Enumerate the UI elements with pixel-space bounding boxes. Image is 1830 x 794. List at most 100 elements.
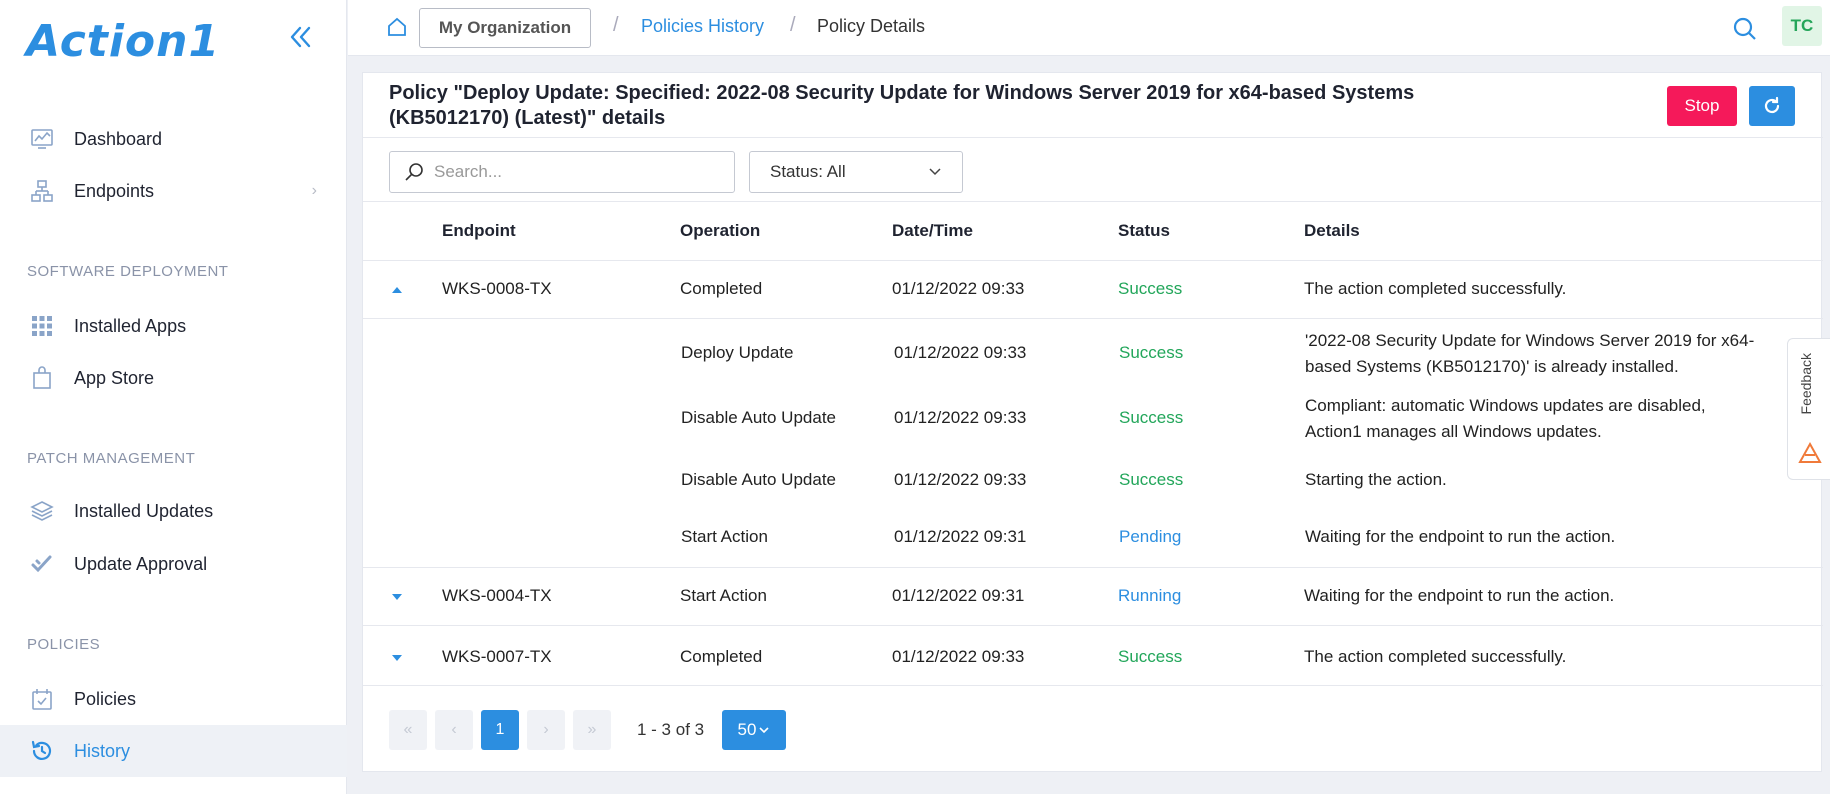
sidebar-item-label: Update Approval bbox=[74, 553, 208, 574]
history-icon bbox=[28, 737, 56, 765]
chevron-down-icon bbox=[759, 727, 770, 734]
subrow-operation: Disable Auto Update bbox=[681, 408, 836, 427]
sidebar-item-update-approval[interactable]: Update Approval bbox=[0, 538, 347, 590]
search-icon[interactable] bbox=[1732, 16, 1758, 42]
next-page-button[interactable]: › bbox=[527, 710, 565, 750]
status-filter-label: Status: All bbox=[770, 162, 846, 181]
subrow-status: Success bbox=[1119, 470, 1184, 489]
app-logo[interactable]: Action1 bbox=[26, 16, 220, 67]
breadcrumb-separator: / bbox=[790, 14, 796, 36]
subrow-operation: Deploy Update bbox=[681, 343, 794, 362]
divider bbox=[363, 260, 1823, 261]
section-policies: POLICIES bbox=[27, 636, 101, 653]
sidebar-item-history[interactable]: History bbox=[0, 725, 347, 777]
row-endpoint[interactable]: WKS-0008-TX bbox=[442, 279, 552, 299]
sidebar-item-app-store[interactable]: App Store bbox=[0, 352, 347, 404]
last-page-button[interactable]: » bbox=[573, 710, 611, 750]
divider bbox=[363, 567, 1823, 568]
per-page-selector[interactable]: 50 bbox=[722, 710, 786, 750]
subrow-details: '2022-08 Security Update for Windows Ser… bbox=[1305, 331, 1755, 376]
feedback-tab[interactable]: Feedback bbox=[1787, 338, 1830, 480]
row-endpoint[interactable]: WKS-0004-TX bbox=[442, 586, 552, 606]
subrow-details: Compliant: automatic Windows updates are… bbox=[1305, 396, 1706, 441]
section-patch-management: PATCH MANAGEMENT bbox=[27, 450, 196, 467]
home-icon[interactable] bbox=[386, 16, 408, 38]
feedback-icon bbox=[1798, 441, 1822, 463]
user-avatar[interactable]: TC bbox=[1782, 6, 1822, 46]
search-input[interactable] bbox=[434, 162, 714, 182]
sidebar-item-endpoints[interactable]: Endpoints › bbox=[0, 165, 347, 217]
column-header-datetime[interactable]: Date/Time bbox=[892, 221, 973, 241]
row-operation: Start Action bbox=[680, 586, 767, 605]
first-page-button[interactable]: « bbox=[389, 710, 427, 750]
subrow-datetime: 01/12/2022 09:33 bbox=[894, 343, 1027, 362]
row-endpoint[interactable]: WKS-0007-TX bbox=[442, 647, 552, 667]
shopping-bag-icon bbox=[28, 364, 56, 392]
sidebar-item-dashboard[interactable]: Dashboard bbox=[0, 113, 347, 165]
row-details: Waiting for the endpoint to run the acti… bbox=[1304, 586, 1615, 605]
subrow-details: Starting the action. bbox=[1305, 470, 1447, 489]
sidebar-item-label: Installed Updates bbox=[74, 500, 214, 521]
subrow-details: Waiting for the endpoint to run the acti… bbox=[1305, 527, 1616, 546]
row-status: Success bbox=[1118, 279, 1183, 298]
subrow-status: Success bbox=[1119, 343, 1184, 362]
organization-selector[interactable]: My Organization bbox=[419, 8, 591, 48]
row-datetime: 01/12/2022 09:33 bbox=[892, 647, 1025, 666]
row-operation: Completed bbox=[680, 647, 763, 666]
column-header-details[interactable]: Details bbox=[1304, 221, 1360, 241]
sidebar-item-policies[interactable]: Policies bbox=[0, 673, 347, 725]
top-bar: My Organization / Policies History / Pol… bbox=[348, 0, 1830, 56]
section-software-deployment: SOFTWARE DEPLOYMENT bbox=[27, 263, 229, 280]
breadcrumb-separator: / bbox=[613, 14, 619, 36]
prev-page-button[interactable]: ‹ bbox=[435, 710, 473, 750]
divider bbox=[363, 685, 1823, 686]
page-number-button[interactable]: 1 bbox=[481, 710, 519, 750]
row-datetime: 01/12/2022 09:31 bbox=[892, 586, 1025, 605]
subrow-operation: Start Action bbox=[681, 527, 768, 546]
expand-row-icon[interactable] bbox=[391, 592, 403, 602]
row-details: The action completed successfully. bbox=[1304, 279, 1567, 298]
stop-button[interactable]: Stop bbox=[1667, 86, 1737, 126]
status-filter-dropdown[interactable]: Status: All bbox=[749, 151, 963, 193]
breadcrumb-current: Policy Details bbox=[817, 16, 926, 36]
divider bbox=[363, 137, 1823, 138]
subrow-datetime: 01/12/2022 09:33 bbox=[894, 470, 1027, 489]
sidebar-item-installed-updates[interactable]: Installed Updates bbox=[0, 485, 347, 537]
double-check-icon bbox=[28, 550, 56, 578]
policy-details-card: Policy "Deploy Update: Specified: 2022-0… bbox=[362, 72, 1823, 772]
layers-icon bbox=[28, 497, 56, 525]
column-header-status[interactable]: Status bbox=[1118, 221, 1170, 241]
collapse-sidebar-icon[interactable] bbox=[286, 22, 316, 52]
column-header-operation[interactable]: Operation bbox=[680, 221, 760, 241]
expand-row-icon[interactable] bbox=[391, 653, 403, 663]
sidebar-item-label: Policies bbox=[74, 688, 137, 709]
sidebar-item-label: App Store bbox=[74, 367, 155, 388]
row-details: The action completed successfully. bbox=[1304, 647, 1567, 666]
pagination-range: 1 - 3 of 3 bbox=[637, 720, 705, 739]
search-field[interactable] bbox=[389, 151, 735, 193]
search-icon bbox=[405, 163, 423, 181]
refresh-button[interactable] bbox=[1749, 86, 1795, 126]
breadcrumb-policies-history[interactable]: Policies History bbox=[641, 16, 764, 37]
subrow-operation: Disable Auto Update bbox=[681, 470, 836, 489]
sidebar-item-label: History bbox=[74, 740, 131, 761]
row-status: Running bbox=[1118, 586, 1182, 605]
calendar-check-icon bbox=[28, 685, 56, 713]
column-header-endpoint[interactable]: Endpoint bbox=[442, 221, 516, 241]
divider bbox=[363, 318, 1823, 319]
sidebar-item-label: Dashboard bbox=[74, 128, 163, 149]
refresh-icon bbox=[1764, 96, 1780, 114]
subrow-datetime: 01/12/2022 09:33 bbox=[894, 408, 1027, 427]
dashboard-icon bbox=[28, 125, 56, 153]
sidebar-item-installed-apps[interactable]: Installed Apps bbox=[0, 300, 347, 352]
row-operation: Completed bbox=[680, 279, 763, 298]
row-status: Success bbox=[1118, 647, 1183, 666]
subrow-status: Success bbox=[1119, 408, 1184, 427]
feedback-label: Feedback bbox=[1798, 353, 1814, 415]
row-datetime: 01/12/2022 09:33 bbox=[892, 279, 1025, 298]
collapse-row-icon[interactable] bbox=[391, 285, 403, 295]
subrow-status: Pending bbox=[1119, 527, 1182, 546]
sidebar: Action1 Dashboard Endpoints › SOFTWARE D… bbox=[0, 0, 347, 794]
subrow-datetime: 01/12/2022 09:31 bbox=[894, 527, 1027, 546]
divider bbox=[363, 201, 1823, 202]
